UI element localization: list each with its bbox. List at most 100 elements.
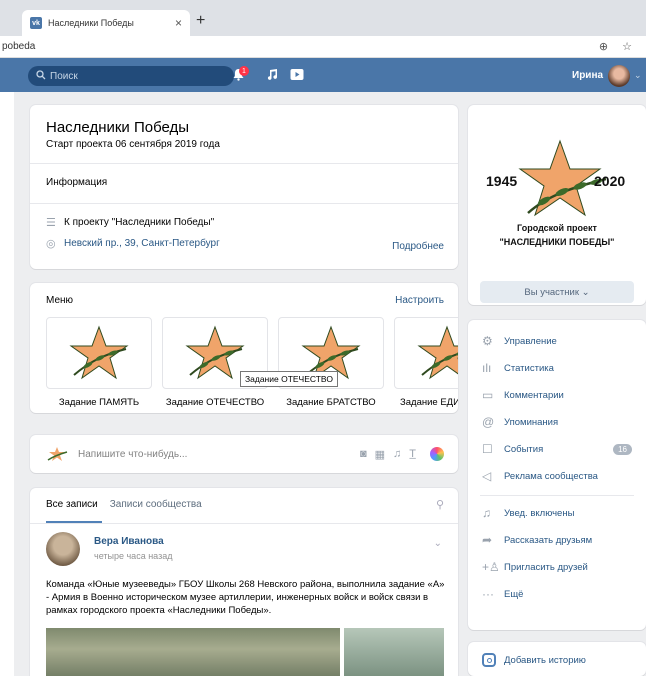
- tab-all-posts[interactable]: Все записи: [46, 499, 98, 510]
- action-events[interactable]: ☐ События 16: [482, 442, 632, 456]
- new-tab-button[interactable]: +: [196, 12, 205, 30]
- user-name[interactable]: Ирина: [572, 70, 603, 81]
- menu-item[interactable]: Задание ПАМЯТЬ: [46, 317, 152, 408]
- camera-icon[interactable]: ◙: [360, 448, 367, 460]
- gear-icon: ⚙: [482, 334, 493, 348]
- menu-card: Меню Настроить Задание ПАМЯТЬ Задание ОТ…: [30, 283, 458, 413]
- bell-check-icon: ♫: [482, 506, 491, 520]
- lines-icon: ☰: [46, 217, 56, 229]
- menu-item[interactable]: Задание ЕДИ: [394, 317, 458, 408]
- more-details-link[interactable]: Подробнее: [392, 241, 444, 252]
- text-format-icon[interactable]: T̲: [409, 448, 416, 460]
- events-count-badge: 16: [613, 443, 632, 455]
- browser-tab[interactable]: vk Наследники Победы ×: [22, 10, 190, 36]
- menu-item-label: Задание БРАТСТВО: [286, 397, 376, 408]
- menu-item[interactable]: Задание БРАТСТВО: [278, 317, 384, 408]
- menu-thumb: [46, 317, 152, 389]
- address-row[interactable]: ◎ Невский пр., 39, Санкт-Петербург: [46, 237, 220, 250]
- location-pin-icon: ◎: [46, 238, 56, 250]
- post-text: Команда «Юные музееведы» ГБОУ Школы 268 …: [46, 579, 445, 616]
- post-photo[interactable]: [46, 628, 340, 676]
- post-author-avatar[interactable]: [46, 532, 80, 566]
- year-end: 2020: [594, 173, 626, 189]
- menu-item-label: Задание ПАМЯТЬ: [58, 397, 140, 408]
- action-label: Комментарии: [504, 389, 564, 401]
- bookmark-star-icon[interactable]: ☆: [622, 40, 632, 53]
- stats-icon: ılı: [482, 361, 492, 375]
- cover-caption-line1: Городской проект: [517, 223, 597, 233]
- add-user-icon: +♙: [482, 560, 500, 574]
- music-icon[interactable]: ♫: [393, 448, 401, 460]
- about-link[interactable]: К проекту "Наследники Победы": [64, 217, 214, 228]
- action-mentions[interactable]: @ Упоминания: [482, 415, 632, 429]
- group-info-card: Наследники Победы Старт проекта 06 сентя…: [30, 105, 458, 269]
- action-notifications[interactable]: ♫ Увед. включены: [482, 506, 632, 520]
- year-start: 1945: [486, 173, 518, 189]
- divider: [30, 203, 458, 204]
- divider: [30, 523, 458, 524]
- star-logo-icon: [185, 325, 245, 380]
- url-text[interactable]: pobeda: [0, 41, 599, 52]
- actions-card: ⚙ Управление ılı Статистика ▭ Комментари…: [468, 320, 646, 630]
- chevron-down-icon[interactable]: ⌄: [634, 70, 642, 81]
- action-label: Ещё: [504, 588, 524, 600]
- vk-favicon-icon: vk: [30, 17, 42, 29]
- compose-input[interactable]: Напишите что-нибудь...: [78, 449, 360, 460]
- post-author[interactable]: Вера Иванова: [94, 536, 164, 547]
- action-label: Статистика: [504, 362, 554, 374]
- address-link[interactable]: Невский пр., 39, Санкт-Петербург: [64, 238, 220, 249]
- video-icon[interactable]: [290, 68, 304, 84]
- video-icon[interactable]: ▦: [375, 448, 385, 461]
- action-invite[interactable]: +♙ Пригласить друзей: [482, 560, 632, 574]
- zoom-icon[interactable]: ⊕: [599, 40, 608, 53]
- menu-title: Меню: [46, 295, 74, 306]
- menu-item[interactable]: Задание ОТЕЧЕСТВО: [162, 317, 268, 408]
- search-icon: [36, 69, 46, 83]
- tab-community-posts[interactable]: Записи сообщества: [110, 499, 202, 510]
- post-time[interactable]: четыре часа назад: [94, 551, 172, 561]
- menu-configure-link[interactable]: Настроить: [395, 295, 444, 306]
- post-photo[interactable]: [344, 628, 444, 676]
- tab-close-icon[interactable]: ×: [175, 16, 182, 30]
- vk-header: Поиск 1 Ирина ⌄: [0, 58, 646, 92]
- member-button[interactable]: Вы участник ⌄: [480, 281, 634, 303]
- action-comments[interactable]: ▭ Комментарии: [482, 388, 632, 402]
- chevron-down-icon[interactable]: ⌄: [434, 538, 442, 549]
- search-input[interactable]: Поиск: [28, 66, 234, 86]
- user-avatar[interactable]: [608, 65, 630, 87]
- divider: [30, 163, 458, 164]
- notification-badge: 1: [239, 66, 249, 76]
- action-tell-friends[interactable]: ➦ Рассказать друзьям: [482, 533, 632, 547]
- music-icon[interactable]: [266, 68, 279, 84]
- about-row[interactable]: ☰ К проекту "Наследники Победы": [46, 216, 214, 229]
- search-placeholder: Поиск: [50, 70, 78, 82]
- add-story-button[interactable]: Добавить историю: [482, 653, 586, 667]
- group-cover-card: 1945 2020 Городской проект "НАСЛЕДНИКИ П…: [468, 105, 646, 305]
- comment-icon: ▭: [482, 388, 494, 402]
- megaphone-icon: ◁: [482, 469, 492, 483]
- address-bar[interactable]: pobeda ⊕ ☆: [0, 36, 646, 58]
- action-label: Управление: [504, 335, 557, 347]
- share-icon: ➦: [482, 533, 493, 547]
- star-logo-icon: [417, 325, 458, 380]
- events-icon: ☐: [482, 442, 493, 456]
- action-label: Рассказать друзьям: [504, 534, 593, 546]
- browser-tab-bar: vk Наследники Победы × +: [0, 0, 646, 36]
- compose-card[interactable]: Напишите что-нибудь... ◙ ▦ ♫ T̲: [30, 435, 458, 473]
- posts-card: Все записи Записи сообщества ⚲ Вера Иван…: [30, 488, 458, 676]
- story-card: Добавить историю: [468, 642, 646, 676]
- info-label[interactable]: Информация: [46, 177, 107, 188]
- add-story-label: Добавить историю: [504, 654, 586, 666]
- search-icon[interactable]: ⚲: [436, 498, 444, 511]
- action-manage[interactable]: ⚙ Управление: [482, 334, 632, 348]
- group-title: Наследники Победы: [46, 119, 190, 136]
- instagram-like-icon: [482, 653, 496, 667]
- story-ring-icon[interactable]: [430, 447, 444, 461]
- action-ads[interactable]: ◁ Реклама сообщества: [482, 469, 632, 483]
- action-label: События: [504, 443, 544, 455]
- action-label: Реклама сообщества: [504, 470, 598, 482]
- action-stats[interactable]: ılı Статистика: [482, 361, 632, 375]
- action-more[interactable]: ··· Ещё: [482, 587, 632, 601]
- at-icon: @: [482, 415, 495, 429]
- star-logo-icon: [69, 325, 129, 380]
